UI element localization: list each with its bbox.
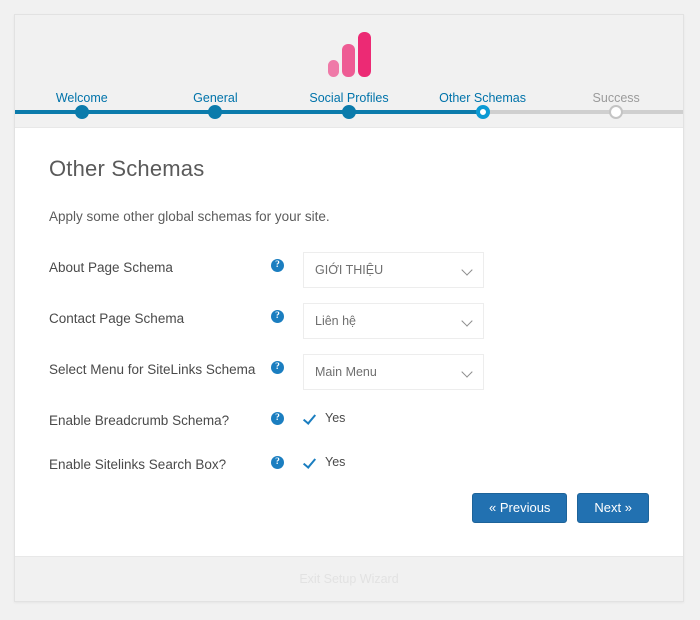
select-value: Main Menu — [315, 365, 377, 379]
page-subtitle: Apply some other global schemas for your… — [49, 209, 330, 224]
stepper-dot-5[interactable] — [609, 105, 624, 119]
row-label: Enable Breadcrumb Schema? — [49, 413, 230, 428]
select-value: Liên hệ — [315, 314, 357, 328]
chevron-down-icon — [463, 266, 472, 275]
chevron-down-icon — [463, 368, 472, 377]
checkbox-4[interactable]: Yes — [303, 405, 649, 425]
check-icon — [303, 456, 316, 469]
checkbox-label: Yes — [325, 455, 346, 469]
wizard-button-bar: « Previous Next » — [472, 493, 649, 523]
wizard-body: Other Schemas Apply some other global sc… — [15, 128, 683, 556]
help-circle-icon[interactable]: ? — [271, 456, 284, 469]
setup-wizard-card: Welcome General Social Profiles Other Schem… — [14, 14, 684, 602]
checkbox-label: Yes — [325, 411, 346, 425]
help-cell: ? — [271, 303, 303, 323]
exit-setup-wizard-link[interactable]: Exit Setup Wizard — [299, 572, 398, 586]
form-row: Enable Sitelinks Search Box?? Yes — [49, 449, 649, 479]
stepper-dot-2[interactable] — [208, 105, 223, 119]
logo-bar-1 — [327, 60, 339, 77]
stepper-dot-1[interactable] — [74, 105, 89, 119]
row-label: Contact Page Schema — [49, 311, 185, 326]
stepper-progress-track — [15, 105, 683, 119]
form-row: About Page Schema? GIỚI THIỆU — [49, 252, 649, 288]
chevron-down-icon — [463, 317, 472, 326]
help-cell: ? — [271, 354, 303, 374]
help-circle-icon[interactable]: ? — [271, 259, 284, 272]
select-value: GIỚI THIỆU — [315, 263, 384, 277]
form-row: Contact Page Schema? Liên hệ — [49, 303, 649, 339]
wizard-header: Welcome General Social Profiles Other Schem… — [15, 15, 683, 128]
help-circle-icon[interactable]: ? — [271, 361, 284, 374]
settings-form: About Page Schema? GIỚI THIỆU Contact Page… — [49, 252, 649, 479]
form-row: Enable Breadcrumb Schema?? Yes — [49, 405, 649, 435]
control-cell: Main Menu — [303, 354, 649, 390]
select-2[interactable]: Liên hệ — [303, 303, 484, 339]
help-cell: ? — [271, 449, 303, 469]
stepper-dot-3[interactable] — [342, 105, 356, 119]
row-label: Enable Sitelinks Search Box? — [49, 457, 227, 472]
help-circle-icon[interactable]: ? — [271, 310, 284, 323]
select-3[interactable]: Main Menu — [303, 354, 484, 390]
wizard-footer: Exit Setup Wizard — [15, 556, 683, 601]
check-icon — [303, 412, 316, 425]
analytics-bars-logo — [15, 31, 683, 77]
help-cell: ? — [271, 252, 303, 272]
checkbox-5[interactable]: Yes — [303, 449, 649, 469]
control-cell: Liên hệ — [303, 303, 649, 339]
logo-bar-3 — [357, 32, 371, 77]
help-circle-icon[interactable]: ? — [271, 412, 284, 425]
form-row: Select Menu for SiteLinks Schema? Main Me… — [49, 354, 649, 390]
control-cell: Yes — [303, 405, 649, 425]
help-cell: ? — [271, 405, 303, 425]
control-cell: Yes — [303, 449, 649, 469]
next-button[interactable]: Next » — [577, 493, 649, 523]
select-1[interactable]: GIỚI THIỆU — [303, 252, 484, 288]
control-cell: GIỚI THIỆU — [303, 252, 649, 288]
page-title: Other Schemas — [49, 156, 205, 181]
row-label: Select Menu for SiteLinks Schema — [49, 362, 256, 377]
logo-bar-2 — [341, 44, 355, 77]
row-label: About Page Schema — [49, 260, 173, 275]
stepper-dot-4[interactable] — [475, 105, 490, 119]
previous-button[interactable]: « Previous — [472, 493, 568, 523]
